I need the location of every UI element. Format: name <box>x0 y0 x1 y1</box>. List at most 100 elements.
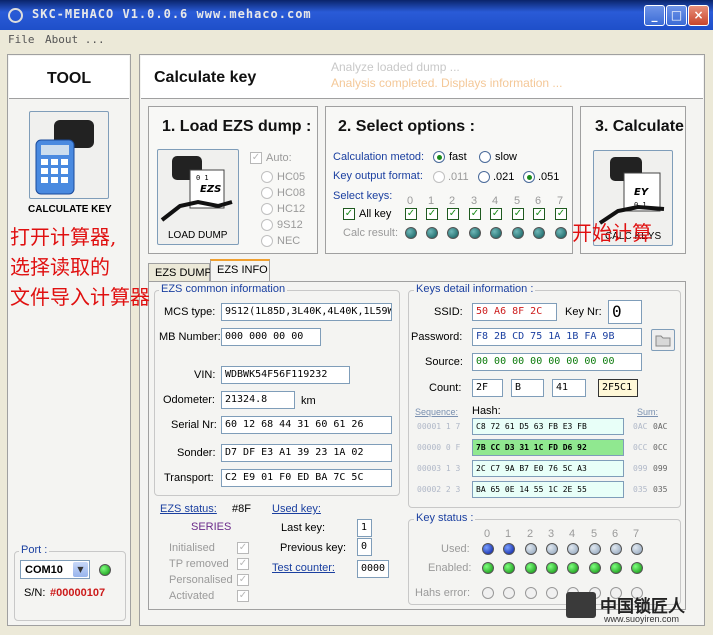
odometer-field[interactable]: 21324.8 <box>221 391 295 409</box>
test-counter-link[interactable]: Test counter: <box>272 562 335 574</box>
radio-9s12[interactable] <box>261 219 273 231</box>
radio-slow[interactable] <box>479 151 491 163</box>
key-format-label: Key output format: <box>333 170 423 182</box>
radio-hc12[interactable] <box>261 203 273 215</box>
ezs-status-series: SERIES <box>191 521 232 533</box>
key-checkbox-7[interactable]: ✓ <box>555 208 567 220</box>
common-info-title: EZS common information <box>159 283 288 295</box>
hash-sum-2: 0AC <box>653 422 668 431</box>
radio-051[interactable] <box>523 171 535 183</box>
tab-ezs-dump[interactable]: EZS DUMP <box>148 263 212 282</box>
chevron-down-icon[interactable]: ▼ <box>73 562 88 577</box>
page-title: Calculate key <box>154 69 257 86</box>
radio-021[interactable] <box>478 171 490 183</box>
count-field-2[interactable]: B <box>511 379 544 397</box>
f021-label: .021 <box>493 171 515 183</box>
source-field[interactable]: 00 00 00 00 00 00 00 00 <box>472 353 642 371</box>
key-checkbox-4[interactable]: ✓ <box>490 208 502 220</box>
sonder-field[interactable]: D7 DF E3 A1 39 23 1A 02 <box>221 444 392 462</box>
maximize-button[interactable]: □ <box>666 5 687 26</box>
key-checkbox-1[interactable]: ✓ <box>426 208 438 220</box>
ezs-status-link[interactable]: EZS status: <box>160 503 217 515</box>
ssid-field[interactable]: 50 A6 8F 2C <box>472 303 557 321</box>
enabled-led-1 <box>503 562 515 574</box>
radio-hc05[interactable] <box>261 171 273 183</box>
calculate-key-button[interactable] <box>29 111 109 199</box>
svg-text:EY: EY <box>634 187 650 198</box>
key-checkbox-0[interactable]: ✓ <box>405 208 417 220</box>
vin-label: VIN: <box>194 369 216 381</box>
key-number-0: 0 <box>407 195 414 207</box>
key-checkbox-3[interactable]: ✓ <box>469 208 481 220</box>
port-select[interactable]: COM10 ▼ <box>20 560 90 579</box>
used-led-0 <box>482 543 494 555</box>
serial-field[interactable]: 60 12 68 44 31 60 61 26 <box>221 416 392 434</box>
opt-9s12: 9S12 <box>277 219 303 231</box>
hash-seq: 00000 0 F <box>417 443 461 452</box>
open-folder-icon[interactable] <box>651 329 675 351</box>
used-led-7 <box>631 543 643 555</box>
key-number-3: 3 <box>471 195 478 207</box>
count-field-3[interactable]: 41 <box>552 379 586 397</box>
hash-value: BA 65 0E 14 55 1C 2E 55 <box>472 481 624 498</box>
menu-about[interactable]: About ... <box>45 33 105 46</box>
tab-ezs-info-label: EZS INFO <box>217 264 268 276</box>
last-key-field: 1 <box>357 519 372 537</box>
menu-file[interactable]: File <box>8 33 35 46</box>
prev-key-field: 0 <box>357 538 372 556</box>
hash-sum-1: 099 <box>633 464 648 473</box>
password-field[interactable]: F8 2B CD 75 1A 1B FA 9B <box>472 328 642 346</box>
status-line-2: Analysis completed. Displays information… <box>331 76 563 90</box>
radio-fast[interactable] <box>433 151 445 163</box>
key-status-number-5: 5 <box>591 528 598 540</box>
mb-field[interactable]: 000 000 00 00 <box>221 328 321 346</box>
key-number-6: 6 <box>535 195 542 207</box>
count-field-1[interactable]: 2F <box>472 379 503 397</box>
hash-value: C8 72 61 D5 63 FB E3 FB <box>472 418 624 435</box>
step2-panel: 2. Select options : Calculation metod: f… <box>325 106 573 254</box>
close-button[interactable]: × <box>688 5 709 26</box>
menu-bar: File About ... <box>0 30 713 50</box>
auto-checkbox[interactable]: ✓ <box>250 152 262 164</box>
vin-field[interactable]: WDBWK54F56F119232 <box>221 366 350 384</box>
opt-hc05: HC05 <box>277 171 306 183</box>
tool-panel: TOOL CALCULATE KEY Port : COM10 ▼ S/N: #… <box>7 54 131 626</box>
key-checkbox-5[interactable]: ✓ <box>512 208 524 220</box>
mcs-label: MCS type: <box>164 306 216 318</box>
key-status-number-4: 4 <box>569 528 576 540</box>
key-checkbox-2[interactable]: ✓ <box>447 208 459 220</box>
calc-result-led-5 <box>512 227 524 239</box>
radio-011[interactable] <box>433 171 445 183</box>
f011-label: .011 <box>448 171 469 183</box>
transport-field[interactable]: C2 E9 01 F0 ED BA 7C 5C <box>221 469 392 487</box>
sonder-label: Sonder: <box>177 447 216 459</box>
calculator-icon <box>35 120 94 195</box>
hash-sum-1: 0AC <box>633 422 648 431</box>
hash-error-led-1 <box>503 587 515 599</box>
key-checkbox-6[interactable]: ✓ <box>533 208 545 220</box>
key-checkbox-row: ✓ ✓ ✓ ✓ ✓ ✓ ✓ ✓ <box>326 208 574 222</box>
calculate-key-label: CALCULATE KEY <box>28 204 112 215</box>
minimize-button[interactable]: _ <box>644 5 665 26</box>
opt-nec: NEC <box>277 235 301 247</box>
tab-ezs-info[interactable]: EZS INFO <box>210 259 270 282</box>
hash-table: 00001 1 7 C8 72 61 D5 63 FB E3 FB 0AC 0AC 00… <box>408 418 681 502</box>
radio-nec[interactable] <box>261 235 273 247</box>
keynr-spinner[interactable]: 0 <box>608 300 642 324</box>
key-fob-icon: EY 0 1 <box>598 157 665 225</box>
used-led-1 <box>503 543 515 555</box>
ssid-label: SSID: <box>434 306 463 318</box>
hash-error-led-3 <box>546 587 558 599</box>
calc-result-led-6 <box>533 227 545 239</box>
status-initialised: Initialised <box>169 542 215 554</box>
load-dump-button[interactable]: EZS 0 1 LOAD DUMP <box>157 149 239 245</box>
password-label: Password: <box>411 331 463 343</box>
used-key-link[interactable]: Used key: <box>272 503 321 515</box>
calc-result-led-3 <box>469 227 481 239</box>
radio-hc08[interactable] <box>261 187 273 199</box>
key-number-1: 1 <box>428 195 435 207</box>
svg-text:EZS: EZS <box>200 184 221 195</box>
hash-value: 2C C7 9A B7 E0 76 5C A3 <box>472 460 624 477</box>
ezs-key-icon: EZS 0 1 <box>160 156 233 222</box>
mcs-field[interactable]: 9S12(1L85D,3L40K,4L40K,1L59W, <box>221 303 392 321</box>
